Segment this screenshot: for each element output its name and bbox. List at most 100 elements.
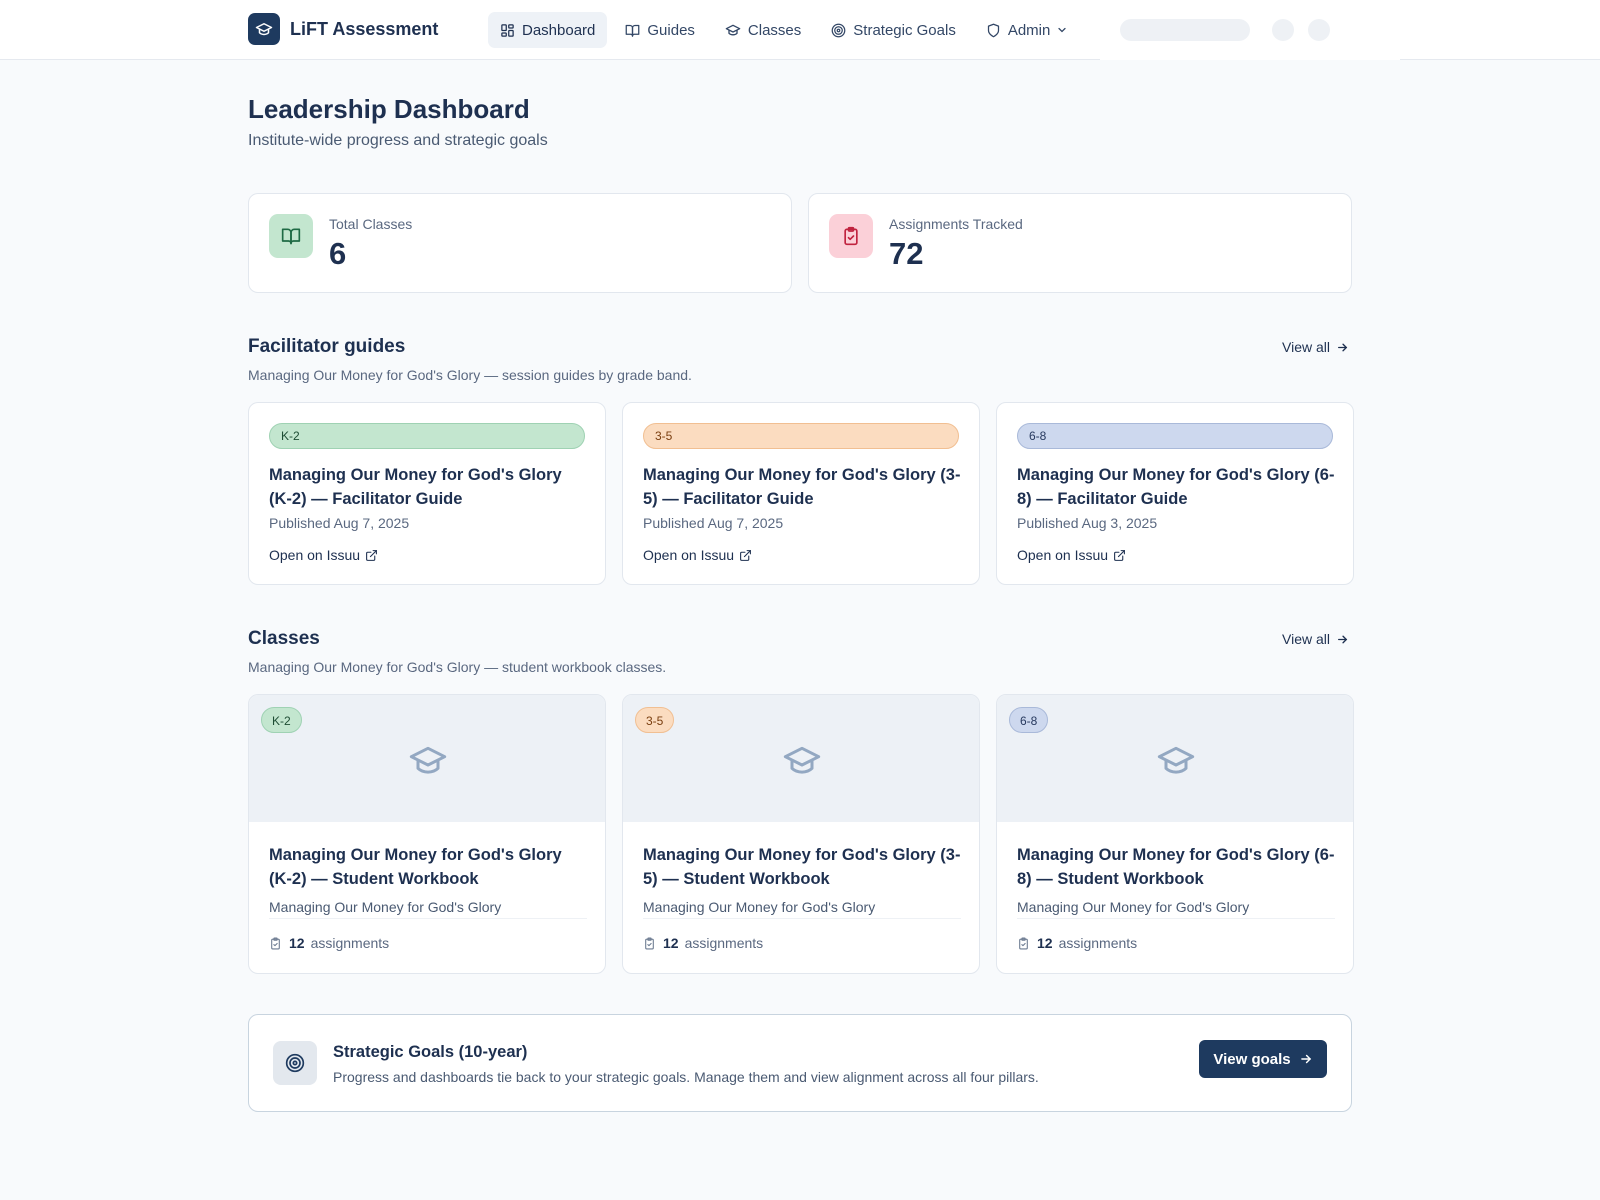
open-on-issuu-link[interactable]: Open on Issuu xyxy=(1017,547,1126,563)
nav-guides[interactable]: Guides xyxy=(613,12,707,48)
divider xyxy=(269,918,587,919)
open-on-issuu-link[interactable]: Open on Issuu xyxy=(643,547,752,563)
avatar[interactable] xyxy=(1308,19,1330,41)
nav-guides-label: Guides xyxy=(647,21,695,39)
view-all-label: View all xyxy=(1282,631,1330,647)
class-subtitle: Managing Our Money for God's Glory xyxy=(643,899,876,915)
class-card-3-5[interactable]: 3-5 Managing Our Money for God's Glory (… xyxy=(622,694,980,974)
arrow-right-icon xyxy=(1338,635,1348,643)
grade-band-chip: K-2 xyxy=(261,707,302,733)
grade-band-chip: 3-5 xyxy=(635,707,675,733)
assignment-count-label: assignments xyxy=(1058,935,1138,951)
class-subtitle: Managing Our Money for God's Glory xyxy=(269,899,502,915)
section-title-classes: Classes xyxy=(248,628,320,649)
open-on-issuu-link[interactable]: Open on Issuu xyxy=(269,547,378,563)
clipboard-check-icon xyxy=(829,214,873,258)
section-subtitle-classes: Managing Our Money for God's Glory — stu… xyxy=(248,659,667,675)
nav-strategic-goals[interactable]: Strategic Goals xyxy=(819,12,968,48)
book-icon xyxy=(626,24,640,37)
nav-dashboard-label: Dashboard xyxy=(522,21,596,39)
clipboard-icon xyxy=(271,937,280,949)
class-card-k2[interactable]: K-2 Managing Our Money for God's Glory (… xyxy=(248,694,606,974)
class-card-6-8[interactable]: 6-8 Managing Our Money for God's Glory (… xyxy=(996,694,1354,974)
nav-admin[interactable]: Admin xyxy=(974,12,1081,48)
guide-date: Published Aug 7, 2025 xyxy=(269,515,410,531)
chevron-down-icon xyxy=(1058,27,1066,33)
notification-icon[interactable] xyxy=(1272,19,1294,41)
open-on-issuu-label: Open on Issuu xyxy=(643,547,735,563)
nav-strategic-goals-label: Strategic Goals xyxy=(853,21,956,39)
guide-title: Managing Our Money for God's Glory (K-2)… xyxy=(269,466,562,508)
section-subtitle-guides: Managing Our Money for God's Glory — ses… xyxy=(248,367,692,383)
graduation-cap-icon xyxy=(1157,746,1195,774)
assignment-count-value: 12 xyxy=(289,935,305,951)
stat-card-assignments: Assignments Tracked 72 xyxy=(808,193,1352,293)
open-on-issuu-label: Open on Issuu xyxy=(269,547,361,563)
guide-date: Published Aug 7, 2025 xyxy=(643,515,784,531)
assignment-count-value: 12 xyxy=(663,935,679,951)
guide-card-6-8[interactable]: 6-8 Managing Our Money for God's Glory (… xyxy=(996,402,1354,585)
stat-label: Assignments Tracked xyxy=(889,216,1023,232)
arrow-right-icon xyxy=(1300,1054,1311,1064)
grade-band-badge: 3-5 xyxy=(643,423,959,449)
arrow-right-icon xyxy=(1338,343,1348,351)
graduation-cap-icon xyxy=(725,24,741,36)
guide-date: Published Aug 3, 2025 xyxy=(1017,515,1158,531)
stat-label: Total Classes xyxy=(329,216,413,232)
brand[interactable]: LiFT Assessment xyxy=(248,13,438,45)
view-goals-button[interactable]: View goals xyxy=(1199,1040,1327,1078)
stat-card-total-classes: Total Classes 6 xyxy=(248,193,792,293)
class-title: Managing Our Money for God's Glory (3-5)… xyxy=(643,846,961,888)
nav-links: Dashboard Guides Classes Strategic Goals… xyxy=(488,12,1086,48)
class-hero: 3-5 xyxy=(623,695,979,822)
brand-name: LiFT Assessment xyxy=(290,18,439,39)
assignment-count: 12 assignments xyxy=(1017,935,1137,951)
target-icon xyxy=(273,1041,317,1085)
book-open-icon xyxy=(269,214,313,258)
clipboard-icon xyxy=(1019,937,1028,949)
classes-view-all-link[interactable]: View all xyxy=(1282,631,1349,647)
clipboard-icon xyxy=(645,937,654,949)
guide-title: Managing Our Money for God's Glory (6-8)… xyxy=(1017,466,1335,508)
section-title-guides: Facilitator guides xyxy=(248,336,406,357)
guides-view-all-link[interactable]: View all xyxy=(1282,339,1349,355)
view-all-label: View all xyxy=(1282,339,1330,355)
grade-band-badge: K-2 xyxy=(269,423,585,449)
guide-title: Managing Our Money for God's Glory (3-5)… xyxy=(643,466,961,508)
goals-description: Progress and dashboards tie back to your… xyxy=(333,1069,1039,1085)
graduation-cap-icon xyxy=(783,746,821,774)
assignment-count-label: assignments xyxy=(684,935,764,951)
external-link-icon xyxy=(1114,549,1125,561)
external-link-icon xyxy=(366,549,377,561)
nav-dashboard[interactable]: Dashboard xyxy=(488,12,608,48)
graduation-cap-icon xyxy=(248,13,280,45)
class-hero: 6-8 xyxy=(997,695,1353,822)
class-title: Managing Our Money for God's Glory (6-8)… xyxy=(1017,846,1335,888)
top-nav: LiFT Assessment Dashboard Guides Classes… xyxy=(0,0,1600,60)
guide-card-3-5[interactable]: 3-5 Managing Our Money for God's Glory (… xyxy=(622,402,980,585)
divider xyxy=(643,918,961,919)
nav-classes[interactable]: Classes xyxy=(713,12,813,48)
target-icon xyxy=(831,23,846,37)
goals-title: Strategic Goals (10-year) xyxy=(333,1043,528,1061)
stat-value: 72 xyxy=(889,236,924,271)
class-title: Managing Our Money for God's Glory (K-2)… xyxy=(269,846,562,888)
open-on-issuu-label: Open on Issuu xyxy=(1017,547,1109,563)
class-subtitle: Managing Our Money for God's Glory xyxy=(1017,899,1250,915)
strategic-goals-banner: Strategic Goals (10-year) Progress and d… xyxy=(248,1014,1352,1112)
page-subtitle: Institute-wide progress and strategic go… xyxy=(248,132,548,149)
shield-icon xyxy=(987,23,999,37)
guide-card-k2[interactable]: K-2 Managing Our Money for God's Glory (… xyxy=(248,402,606,585)
user-area[interactable] xyxy=(1100,0,1400,60)
grade-band-badge: 6-8 xyxy=(1017,423,1333,449)
grade-band-chip: 6-8 xyxy=(1009,707,1049,733)
divider xyxy=(1017,918,1335,919)
class-hero: K-2 xyxy=(249,695,605,822)
stat-value: 6 xyxy=(329,236,347,271)
dashboard-grid-icon xyxy=(501,23,514,37)
assignment-count-label: assignments xyxy=(310,935,390,951)
external-link-icon xyxy=(740,549,751,561)
user-name-blurred xyxy=(1120,19,1250,41)
assignment-count-value: 12 xyxy=(1037,935,1053,951)
nav-classes-label: Classes xyxy=(747,21,802,39)
